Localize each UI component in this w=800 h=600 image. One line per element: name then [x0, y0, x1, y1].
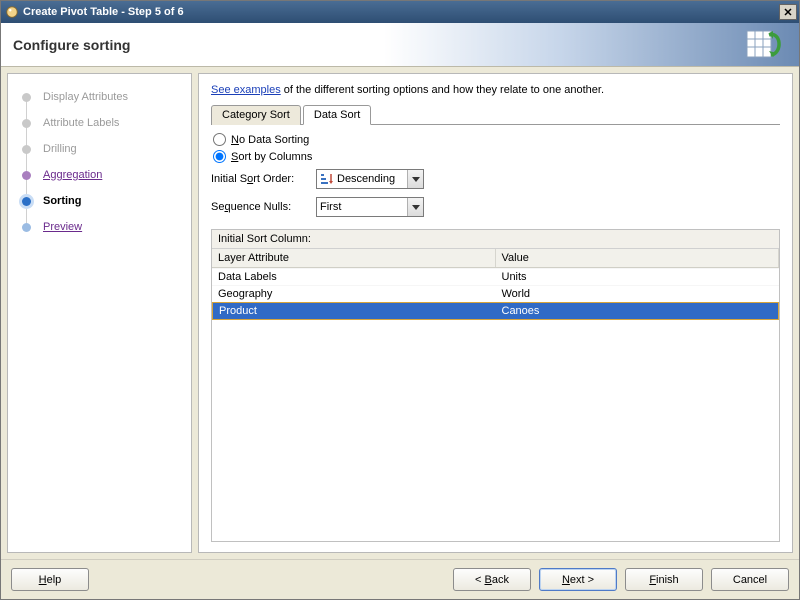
table-row[interactable]: Product Canoes	[212, 302, 779, 320]
radio-no-sort[interactable]	[213, 133, 226, 146]
seq-nulls-label: Sequence Nulls:	[211, 201, 316, 213]
back-button[interactable]: < Back	[453, 568, 531, 591]
sort-order-combo[interactable]: Descending	[316, 169, 424, 189]
grid-body: Data Labels Units Geography World Produc…	[212, 268, 779, 541]
window-title: Create Pivot Table - Step 5 of 6	[23, 6, 779, 18]
sort-order-value: Descending	[337, 173, 407, 185]
sort-column-group: Initial Sort Column: Layer Attribute Val…	[211, 229, 780, 542]
step-sorting: Sorting	[14, 188, 185, 214]
hint-text: See examples of the different sorting op…	[211, 84, 780, 96]
step-aggregation[interactable]: Aggregation	[14, 162, 185, 188]
close-button[interactable]: ✕	[779, 4, 797, 20]
step-preview[interactable]: Preview	[14, 214, 185, 240]
sort-column-title: Initial Sort Column:	[212, 230, 779, 249]
tab-data-sort[interactable]: Data Sort	[303, 105, 371, 125]
wizard-window: Create Pivot Table - Step 5 of 6 ✕ Confi…	[0, 0, 800, 600]
step-drilling: Drilling	[14, 136, 185, 162]
step-display-attributes: Display Attributes	[14, 84, 185, 110]
table-row[interactable]: Geography World	[212, 285, 779, 302]
help-button[interactable]: Help	[11, 568, 89, 591]
banner: Configure sorting	[1, 23, 799, 67]
footer: Help < Back Next > Finish Cancel	[1, 559, 799, 599]
table-row[interactable]: Data Labels Units	[212, 268, 779, 285]
radio-by-columns-label[interactable]: Sort by Columns	[231, 151, 312, 163]
banner-heading: Configure sorting	[13, 37, 130, 53]
next-button[interactable]: Next >	[539, 568, 617, 591]
sort-order-row: Initial Sort Order: Descending	[211, 169, 780, 189]
pivot-icon	[743, 27, 787, 63]
finish-button[interactable]: Finish	[625, 568, 703, 591]
see-examples-link[interactable]: See examples	[211, 84, 281, 96]
tab-category-sort[interactable]: Category Sort	[211, 105, 301, 125]
radio-by-columns[interactable]	[213, 150, 226, 163]
sort-descending-icon	[320, 172, 334, 186]
tabs: Category Sort Data Sort	[211, 104, 780, 125]
titlebar: Create Pivot Table - Step 5 of 6 ✕	[1, 1, 799, 23]
chevron-down-icon	[407, 170, 423, 188]
step-attribute-labels: Attribute Labels	[14, 110, 185, 136]
col-header-value[interactable]: Value	[496, 249, 780, 267]
radio-no-sort-label[interactable]: No Data Sorting	[231, 134, 309, 146]
sidebar: Display Attributes Attribute Labels Dril…	[7, 73, 192, 553]
app-icon	[5, 5, 19, 19]
grid-header: Layer Attribute Value	[212, 249, 779, 268]
content-body: Display Attributes Attribute Labels Dril…	[1, 67, 799, 559]
radio-no-sort-row: No Data Sorting	[211, 133, 780, 146]
cancel-button[interactable]: Cancel	[711, 568, 789, 591]
seq-nulls-row: Sequence Nulls: First	[211, 197, 780, 217]
seq-nulls-value: First	[320, 201, 407, 213]
seq-nulls-combo[interactable]: First	[316, 197, 424, 217]
step-list: Display Attributes Attribute Labels Dril…	[14, 84, 185, 240]
chevron-down-icon	[407, 198, 423, 216]
col-header-attribute[interactable]: Layer Attribute	[212, 249, 496, 267]
main-panel: See examples of the different sorting op…	[198, 73, 793, 553]
sort-order-label: Initial Sort Order:	[211, 173, 316, 185]
radio-by-columns-row: Sort by Columns	[211, 150, 780, 163]
